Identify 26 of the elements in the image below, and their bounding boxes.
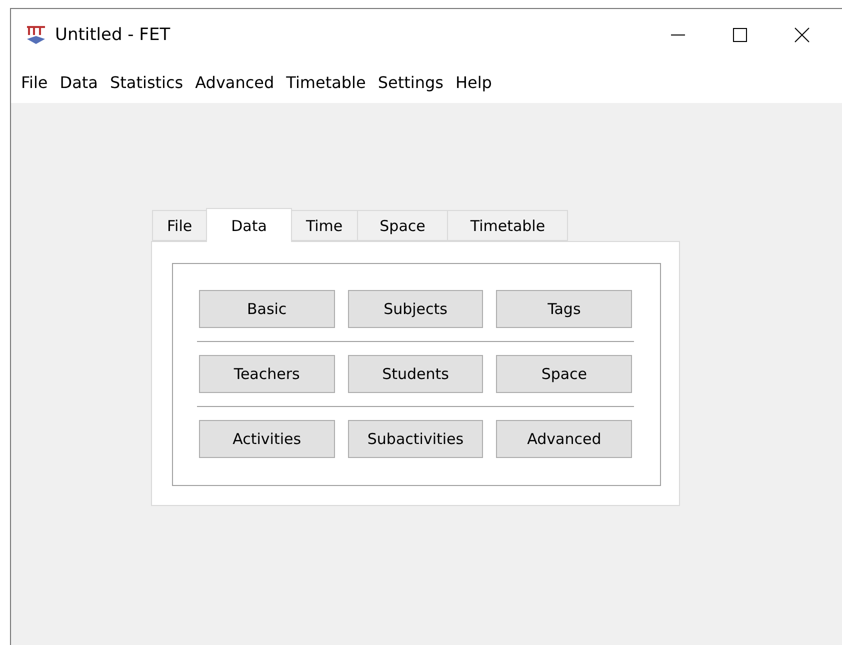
data-button[interactable]: Activities [199,420,335,458]
data-button[interactable]: Teachers [199,355,335,393]
menu-item[interactable]: Statistics [104,72,190,92]
tab[interactable]: Data [206,208,292,242]
data-button[interactable]: Tags [496,290,632,328]
menu-item[interactable]: File [15,72,54,92]
close-icon [794,27,810,43]
maximize-icon [732,27,748,43]
menu-item[interactable]: Help [449,72,498,92]
minimize-icon [670,34,686,36]
tab[interactable]: File [152,210,208,241]
app-logo-icon [25,24,47,46]
menu-item[interactable]: Advanced [189,72,280,92]
data-button[interactable]: Basic [199,290,335,328]
window-title: Untitled - FET [55,25,172,45]
menu-item[interactable]: Timetable [280,72,372,92]
tab[interactable]: Space [356,210,448,241]
menu-item[interactable]: Data [54,72,104,92]
data-button[interactable]: Advanced [496,420,632,458]
data-button[interactable]: Students [348,355,484,393]
tab[interactable]: Time [290,210,358,241]
menu-item[interactable]: Settings [372,72,450,92]
tab[interactable]: Timetable [447,210,568,241]
data-button[interactable]: Subactivities [348,420,484,458]
data-button[interactable]: Subjects [348,290,484,328]
data-button[interactable]: Space [496,355,632,393]
